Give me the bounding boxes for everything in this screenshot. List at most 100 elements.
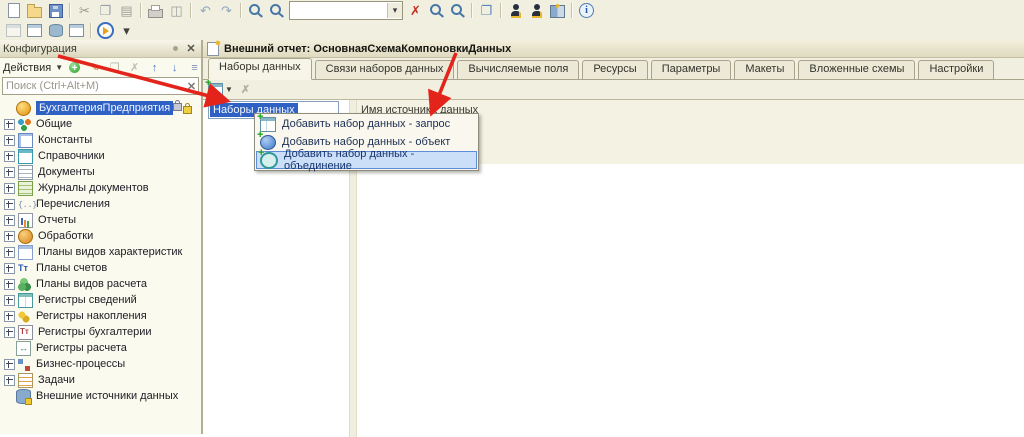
tree-item[interactable]: Обработки	[0, 228, 201, 244]
expand-icon[interactable]	[4, 231, 15, 242]
char-types-icon	[18, 245, 33, 260]
expand-icon[interactable]	[4, 359, 15, 370]
add-button[interactable]	[66, 60, 83, 76]
configuration-panel: Конфигурация ✕ Действия ▼ ✎❐✗↑↓≡ ✕ Бухга…	[0, 40, 202, 434]
tree-item[interactable]: Регистры накопления	[0, 308, 201, 324]
print-preview-button[interactable]: ◫	[166, 2, 187, 20]
copy-icon: ❐	[100, 4, 112, 18]
cut-button[interactable]: ✂	[74, 2, 95, 20]
windows-button[interactable]: ❐	[476, 2, 497, 20]
external-report-window: Внешний отчет: ОсновнаяСхемаКомпоновкиДа…	[202, 40, 1024, 434]
pin-icon[interactable]	[173, 46, 178, 51]
move-down-button[interactable]: ↓	[166, 60, 183, 76]
search-combobox-input[interactable]	[290, 3, 387, 18]
expand-icon[interactable]	[4, 135, 15, 146]
toolbar-separator	[571, 3, 573, 18]
configurator-button[interactable]	[505, 2, 526, 20]
expand-icon[interactable]	[4, 151, 15, 162]
tree-item[interactable]: Справочники	[0, 148, 201, 164]
move-up-button[interactable]: ↑	[146, 60, 163, 76]
find-next-button[interactable]	[426, 2, 447, 20]
redo-button[interactable]: ↷	[216, 2, 237, 20]
tree-item[interactable]: Перечисления	[0, 196, 201, 212]
module-editor-button[interactable]	[24, 22, 45, 40]
expand-icon[interactable]	[4, 119, 15, 130]
tree-item[interactable]: БухгалтерияПредприятия	[0, 100, 201, 116]
clone-button[interactable]: ❐	[106, 60, 123, 76]
clear-search-icon[interactable]: ✕	[185, 80, 198, 93]
tree-item[interactable]: Отчеты	[0, 212, 201, 228]
tree-item-label: Регистры накопления	[36, 310, 147, 322]
tab-связи-наборов-данных[interactable]: Связи наборов данных	[315, 60, 455, 79]
datasets-toolbar: ▼ ✗	[203, 80, 1024, 100]
edit-button[interactable]: ✎	[86, 60, 103, 76]
tree-item[interactable]: Планы видов характеристик	[0, 244, 201, 260]
expand-icon[interactable]	[4, 327, 15, 338]
print-button[interactable]	[145, 2, 166, 20]
tree-item[interactable]: Журналы документов	[0, 180, 201, 196]
database-button[interactable]	[45, 22, 66, 40]
tree-item[interactable]: Регистры расчета	[0, 340, 201, 356]
expand-icon[interactable]	[4, 279, 15, 290]
expand-icon[interactable]	[4, 199, 15, 210]
sort-list-button[interactable]: ≡	[186, 60, 203, 76]
menu-item[interactable]: Добавить набор данных - запрос	[256, 115, 477, 133]
find-previous-button[interactable]	[447, 2, 468, 20]
table-editor-button[interactable]	[66, 22, 87, 40]
tree-item[interactable]: Задачи	[0, 372, 201, 388]
tab-наборы-данных[interactable]: Наборы данных	[208, 58, 312, 80]
expand-icon[interactable]	[4, 295, 15, 306]
expand-icon[interactable]	[4, 167, 15, 178]
configuration-tree: БухгалтерияПредприятияОбщиеКонстантыСпра…	[0, 97, 201, 404]
clear-search-button[interactable]: ✗	[405, 2, 426, 20]
save-button[interactable]	[45, 2, 66, 20]
tree-item[interactable]: Общие	[0, 116, 201, 132]
tree-item[interactable]: Планы счетов	[0, 260, 201, 276]
delete-dataset-button[interactable]: ✗	[241, 83, 250, 96]
expand-icon[interactable]	[4, 183, 15, 194]
add-dataset-button[interactable]: ▼	[208, 83, 233, 97]
move-up-icon: ↑	[152, 62, 158, 74]
tab-ресурсы[interactable]: Ресурсы	[582, 60, 647, 79]
expand-icon[interactable]	[4, 311, 15, 322]
tree-item[interactable]: Константы	[0, 132, 201, 148]
help-book-button[interactable]	[547, 2, 568, 20]
delete-button[interactable]: ✗	[126, 60, 143, 76]
open-button[interactable]	[24, 2, 45, 20]
tab-вычисляемые-поля[interactable]: Вычисляемые поля	[457, 60, 579, 79]
search-input[interactable]	[3, 79, 185, 93]
tree-item[interactable]: Планы видов расчета	[0, 276, 201, 292]
tab-макеты[interactable]: Макеты	[734, 60, 795, 79]
undo-button[interactable]: ↶	[195, 2, 216, 20]
tree-item[interactable]: Регистры бухгалтерии	[0, 324, 201, 340]
find-button[interactable]	[245, 2, 266, 20]
tree-item[interactable]: Регистры сведений	[0, 292, 201, 308]
toolbar-separator	[240, 3, 242, 18]
dataset-union-icon	[260, 152, 278, 169]
tree-item[interactable]: Бизнес-процессы	[0, 356, 201, 372]
zoom-button[interactable]	[266, 2, 287, 20]
menu-item[interactable]: Добавить набор данных - объединение	[256, 151, 477, 169]
paste-button[interactable]: ▤	[116, 2, 137, 20]
copy-button[interactable]: ❐	[95, 2, 116, 20]
actions-menu-button[interactable]: Действия	[3, 62, 51, 74]
tab-настройки[interactable]: Настройки	[918, 60, 994, 79]
syntax-check-button[interactable]	[526, 2, 547, 20]
expand-icon[interactable]	[4, 263, 15, 274]
tree-item-label: Задачи	[38, 374, 75, 386]
debug-dropdown[interactable]: ▾	[116, 22, 137, 40]
expand-icon[interactable]	[4, 375, 15, 386]
tab-параметры[interactable]: Параметры	[651, 60, 732, 79]
close-panel-button[interactable]: ✕	[184, 42, 198, 55]
chevron-down-icon: ▼	[55, 63, 63, 72]
new-document-button[interactable]	[3, 2, 24, 20]
expand-icon[interactable]	[4, 215, 15, 226]
tab-вложенные-схемы[interactable]: Вложенные схемы	[798, 60, 915, 79]
start-debug-button[interactable]	[95, 22, 116, 40]
combobox-dropdown-button[interactable]: ▾	[387, 3, 402, 18]
tree-item[interactable]: Документы	[0, 164, 201, 180]
tree-item[interactable]: Внешние источники данных	[0, 388, 201, 404]
form-editor-button[interactable]	[3, 22, 24, 40]
info-button[interactable]	[576, 2, 597, 20]
expand-icon[interactable]	[4, 247, 15, 258]
